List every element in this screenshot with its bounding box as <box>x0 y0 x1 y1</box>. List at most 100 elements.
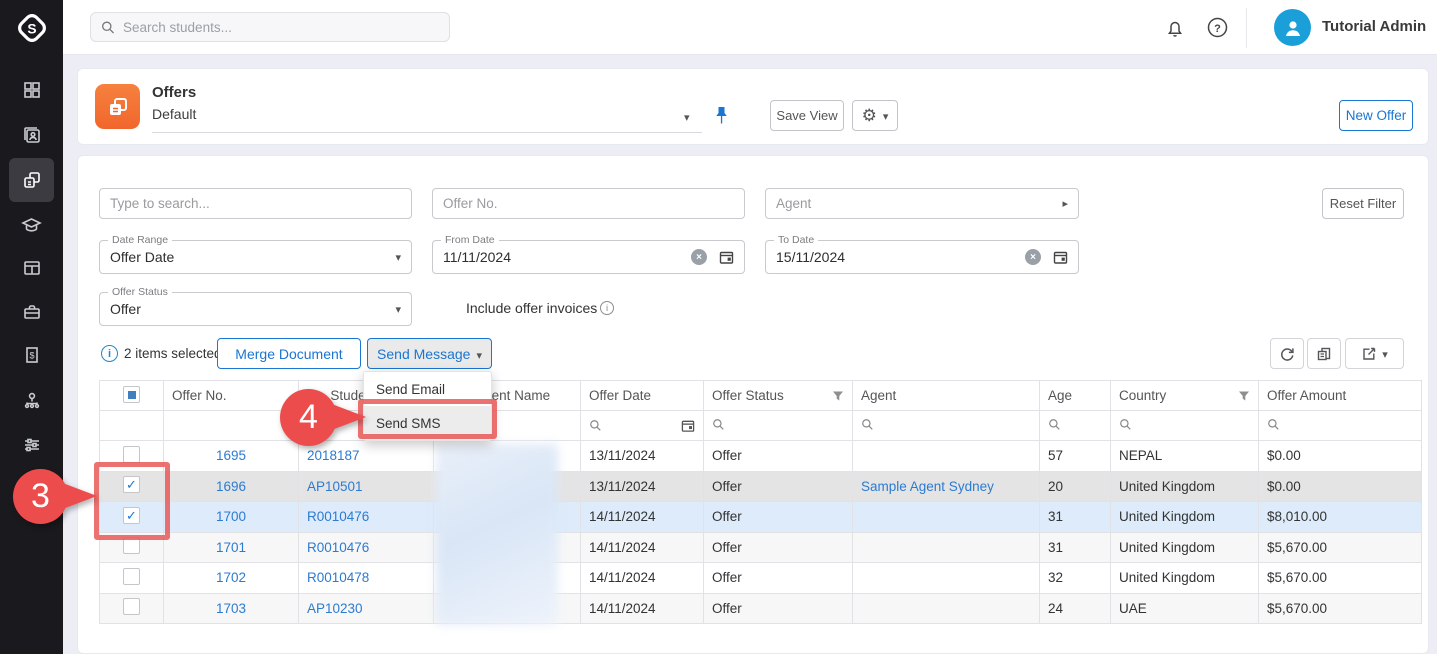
table-row: 1701 R0010476 14/11/2024 Offer 31 United… <box>100 532 1422 563</box>
topbar-divider <box>1246 8 1247 48</box>
offer-status-value: Offer <box>110 301 141 317</box>
include-invoices-label: Include offer invoices <box>466 300 597 316</box>
annotation-box-send-sms <box>358 399 497 439</box>
global-search[interactable] <box>90 12 450 42</box>
col-country[interactable]: Country <box>1111 381 1259 411</box>
date-range-select[interactable]: Date Range Offer Date <box>99 240 412 274</box>
offer-no-field[interactable] <box>432 188 745 219</box>
sidebar-item-boards[interactable] <box>9 246 54 290</box>
filter-cell-agent[interactable] <box>853 411 1040 441</box>
help-button[interactable]: ? <box>1205 15 1229 39</box>
sidebar-item-courses[interactable] <box>9 203 54 247</box>
col-offer-amount[interactable]: Offer Amount <box>1259 381 1422 411</box>
app-logo[interactable]: S <box>0 0 63 55</box>
calendar-icon[interactable] <box>719 250 734 265</box>
column-chooser-button[interactable] <box>1307 338 1341 369</box>
offer-date-cell: 14/11/2024 <box>581 502 704 533</box>
offer-no-input[interactable] <box>443 196 734 211</box>
student-name-blur-overlay <box>436 444 558 625</box>
view-select-caret-icon[interactable] <box>684 110 690 124</box>
row-checkbox[interactable] <box>123 568 140 585</box>
calendar-icon[interactable] <box>681 419 695 433</box>
offer-status-caret-icon[interactable] <box>395 300 401 318</box>
student-no-link[interactable]: R0010476 <box>307 509 369 524</box>
offer-no-link[interactable]: 1695 <box>216 448 246 463</box>
send-message-button[interactable]: Send Message <box>367 338 492 369</box>
agent-placeholder: Agent <box>776 196 811 211</box>
clear-icon[interactable] <box>1025 249 1041 265</box>
sidebar-item-students[interactable] <box>9 113 54 157</box>
pin-icon[interactable] <box>714 105 729 130</box>
student-no-link[interactable]: AP10501 <box>307 479 363 494</box>
send-message-caret-icon <box>476 346 482 362</box>
date-range-caret-icon[interactable] <box>395 248 401 266</box>
amount-cell: $5,670.00 <box>1259 532 1422 563</box>
filter-icon[interactable] <box>1238 390 1250 402</box>
grid-search-field[interactable] <box>99 188 412 219</box>
view-settings-button[interactable]: ⚙ <box>852 100 898 131</box>
search-icon <box>589 419 602 432</box>
sidebar-item-invoices[interactable]: $ <box>9 333 54 377</box>
refresh-button[interactable] <box>1270 338 1304 369</box>
students-icon <box>22 125 42 145</box>
column-chooser-icon <box>1316 346 1332 362</box>
student-no-link[interactable]: 2018187 <box>307 448 360 463</box>
col-offer-status[interactable]: Offer Status <box>704 381 853 411</box>
offer-no-link[interactable]: 1696 <box>216 479 246 494</box>
user-icon <box>1282 17 1304 39</box>
notifications-button[interactable] <box>1163 15 1187 39</box>
sidebar-item-offers[interactable] <box>9 158 54 202</box>
student-no-link[interactable]: R0010476 <box>307 540 369 555</box>
col-age[interactable]: Age <box>1040 381 1111 411</box>
offer-no-link[interactable]: 1703 <box>216 601 246 616</box>
offer-status-select[interactable]: Offer Status Offer <box>99 292 412 326</box>
offer-no-link[interactable]: 1702 <box>216 570 246 585</box>
col-offer-date[interactable]: Offer Date <box>581 381 704 411</box>
offer-no-link[interactable]: 1701 <box>216 540 246 555</box>
col-offer-no[interactable]: Offer No. <box>164 381 299 411</box>
filter-cell-country[interactable] <box>1111 411 1259 441</box>
agent-link[interactable]: Sample Agent Sydney <box>861 479 994 494</box>
to-date-label: To Date <box>774 234 818 246</box>
sidebar-item-dashboard[interactable] <box>9 68 54 112</box>
new-offer-button[interactable]: New Offer <box>1339 100 1413 131</box>
chevron-right-icon: ▸ <box>1062 197 1068 210</box>
amount-cell: $0.00 <box>1259 471 1422 502</box>
country-cell: UAE <box>1111 593 1259 624</box>
graduation-cap-icon <box>21 215 42 235</box>
sidebar-item-services[interactable] <box>9 290 54 334</box>
col-agent[interactable]: Agent <box>853 381 1040 411</box>
grid-search-input[interactable] <box>110 196 401 211</box>
avatar[interactable] <box>1274 9 1311 46</box>
date-range-label: Date Range <box>108 234 172 246</box>
view-select[interactable]: Default <box>152 106 702 133</box>
filter-cell-offer-no[interactable] <box>164 411 299 441</box>
svg-text:?: ? <box>1214 23 1221 35</box>
student-no-link[interactable]: R0010478 <box>307 570 369 585</box>
select-all-checkbox[interactable] <box>123 386 140 403</box>
filter-cell-offer-date[interactable] <box>581 411 704 441</box>
filter-cell-offer-status[interactable] <box>704 411 853 441</box>
filter-cell-amount[interactable] <box>1259 411 1422 441</box>
clear-icon[interactable] <box>691 249 707 265</box>
filter-icon[interactable] <box>832 390 844 402</box>
save-view-button[interactable]: Save View <box>770 100 844 131</box>
to-date-value: 15/11/2024 <box>776 249 845 265</box>
row-checkbox[interactable] <box>123 598 140 615</box>
calendar-icon[interactable] <box>1053 250 1068 265</box>
sidebar-item-preferences[interactable] <box>9 423 54 467</box>
agent-dropdown[interactable]: Agent ▸ <box>765 188 1079 219</box>
to-date-field[interactable]: To Date 15/11/2024 <box>765 240 1079 274</box>
annotation-marker-4: 4 <box>280 389 337 446</box>
table-row-selected: 1696 AP10501 13/11/2024 Offer Sample Age… <box>100 471 1422 502</box>
from-date-field[interactable]: From Date 11/11/2024 <box>432 240 745 274</box>
sidebar-item-agents[interactable] <box>9 378 54 422</box>
offer-no-link[interactable]: 1700 <box>216 509 246 524</box>
search-input[interactable] <box>123 20 439 35</box>
merge-document-button[interactable]: Merge Document <box>217 338 361 369</box>
row-checkbox[interactable] <box>123 446 140 463</box>
reset-filter-button[interactable]: Reset Filter <box>1322 188 1404 219</box>
student-no-link[interactable]: AP10230 <box>307 601 363 616</box>
filter-cell-age[interactable] <box>1040 411 1111 441</box>
export-button[interactable] <box>1345 338 1404 369</box>
